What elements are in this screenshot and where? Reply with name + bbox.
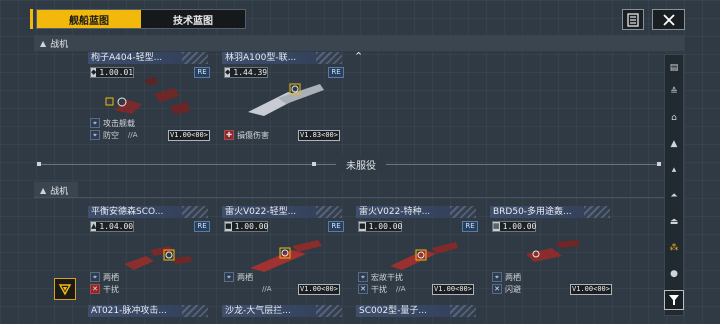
ship-image <box>228 228 338 272</box>
ship-image <box>228 74 338 118</box>
role-icon: ✕ <box>90 284 100 294</box>
ship-image <box>362 228 472 272</box>
grade-slash: //A <box>396 285 406 293</box>
notes-button[interactable] <box>622 9 644 30</box>
ship-image <box>496 228 606 272</box>
role-label: 防空 <box>103 130 119 140</box>
tab-ship-blueprint[interactable]: 舰船蓝图 <box>37 10 141 28</box>
role-row: ⌖ 两栖 <box>224 272 253 282</box>
ship-card-title: 平衡安德森SCO... <box>88 206 208 218</box>
role-icon: ⌖ <box>224 272 234 282</box>
ship-card-title[interactable]: 沙龙-大气层拦... <box>222 305 342 317</box>
ship-image <box>94 74 204 118</box>
ship-image <box>94 228 204 272</box>
section-label: 战机 <box>50 186 69 197</box>
version-tag: V1.00<00> <box>168 130 210 141</box>
ship-card-title: 雷火V022-特种... <box>356 206 476 218</box>
rail-gunship-icon[interactable]: ⏏ <box>665 211 683 233</box>
not-in-service-label: 未服役 <box>336 157 386 172</box>
rail-other-icon[interactable]: ● <box>665 263 683 285</box>
ship-card[interactable]: 枸子A404-轻型... ◆ 1.00.01 RE ⌖ 攻击舰载 ⌖ 防空 //… <box>88 52 210 144</box>
ship-card-title: 林羽A100型-联... <box>222 52 342 64</box>
role-label: 干扰 <box>371 284 387 294</box>
role-row: ⌖ 防空 <box>90 130 119 140</box>
role-icon: ✕ <box>358 284 368 294</box>
collapse-arrow-icon[interactable]: ⌃ <box>354 50 363 63</box>
role-row: ✕ 干扰 <box>90 284 119 294</box>
tab-tech-blueprint[interactable]: 技术蓝图 <box>141 10 245 28</box>
role-icon: ✕ <box>492 284 502 294</box>
ship-card[interactable]: BRD50-多用途轰... ▦ 1.00.00 ⌖ 两栖 ✕ 闪避 V1.00<… <box>490 206 612 298</box>
role-icon: ⌖ <box>90 118 100 128</box>
ship-card[interactable]: 林羽A100型-联... ◆ 1.44.39 RE ✚ 損傷伤害 V1.83<0… <box>222 52 344 144</box>
version-tag: V1.00<00> <box>432 284 474 295</box>
rail-destroyer-icon[interactable]: ▲ <box>665 133 683 155</box>
rail-frigate-icon[interactable]: ▴ <box>665 159 683 181</box>
role-row: ✕ 干扰 <box>358 284 387 294</box>
top-bar: 舰船蓝图 技术蓝图 <box>0 0 720 34</box>
damage-icon: ✚ <box>224 130 234 140</box>
close-button[interactable] <box>652 9 685 30</box>
role-label: 攻击舰载 <box>103 118 135 128</box>
role-row: ✕ 闪避 <box>492 284 521 294</box>
faction-emblem-button[interactable] <box>54 278 76 300</box>
close-icon <box>662 13 675 26</box>
ship-card[interactable]: 雷火V022-特种... ■ 1.00.00 RE ⌖ 宏故干扰 ✕ 干扰 //… <box>356 206 478 298</box>
section-underline <box>34 197 684 198</box>
role-label: 宏故干扰 <box>371 272 403 282</box>
role-label: 两栖 <box>505 272 521 282</box>
role-label: 两栖 <box>237 272 253 282</box>
fleet-icon: ▲ <box>40 185 47 195</box>
tab-accent-mark <box>30 9 33 29</box>
role-icon: ⌖ <box>90 272 100 282</box>
section-label: 战机 <box>50 39 69 50</box>
version-tag: V1.00<00> <box>298 284 340 295</box>
rail-battleship-icon[interactable]: ≙ <box>665 81 683 103</box>
ship-card-title: 枸子A404-轻型... <box>88 52 208 64</box>
role-row: ⌖ 宏故干扰 <box>358 272 403 282</box>
ship-card-title[interactable]: SC002型-量子... <box>356 305 476 317</box>
role-label: 干扰 <box>103 284 119 294</box>
ship-card-title: 雷火V022-轻型... <box>222 206 342 218</box>
role-icon: ⌖ <box>492 272 502 282</box>
section-header-fighters[interactable]: ▲ 战机 <box>34 182 78 198</box>
divider-endpoint <box>37 162 41 166</box>
notes-icon <box>627 12 639 27</box>
role-icon: ⌖ <box>358 272 368 282</box>
role-label: 闪避 <box>505 284 521 294</box>
rail-cruiser-icon[interactable]: ⌂ <box>665 107 683 129</box>
grade-slash: //A <box>262 285 272 293</box>
ship-card-title: BRD50-多用途轰... <box>490 206 610 218</box>
filter-icon <box>669 295 679 305</box>
role-row: ✚ 損傷伤害 <box>224 130 269 140</box>
section-header-fighters[interactable]: ▲ 战机 <box>34 35 684 51</box>
ship-card[interactable]: 雷火V022-轻型... ■ 1.00.00 RE ⌖ 两栖 //A V1.00… <box>222 206 344 298</box>
role-row: ⌖ 两栖 <box>90 272 119 282</box>
role-icon: ⌖ <box>90 130 100 140</box>
divider-endpoint <box>657 162 661 166</box>
blueprint-tabs: 舰船蓝图 技术蓝图 <box>36 9 246 29</box>
role-label: 两栖 <box>103 272 119 282</box>
ship-card[interactable]: 平衡安德森SCO... ▲ 1.04.00 RE ⌖ 两栖 ✕ 干扰 <box>88 206 210 298</box>
rail-corvette-icon[interactable]: ⏶ <box>665 185 683 207</box>
ship-class-rail: ▤ ≙ ⌂ ▲ ▴ ⏶ ⏏ ⁂ ● <box>664 54 684 316</box>
grade-slash: //A <box>128 131 138 139</box>
version-tag: V1.83<00> <box>298 130 340 141</box>
role-row: ⌖ 两栖 <box>492 272 521 282</box>
rail-carrier-icon[interactable]: ▤ <box>665 57 683 79</box>
divider-endpoint <box>312 162 316 166</box>
filter-button[interactable] <box>664 290 684 310</box>
version-tag: V1.00<00> <box>570 284 612 295</box>
ship-card-title[interactable]: AT021-脉冲攻击... <box>88 305 208 317</box>
role-label: 損傷伤害 <box>237 130 269 140</box>
rail-fighter-icon[interactable]: ⁂ <box>665 237 683 259</box>
emblem-icon <box>58 284 72 296</box>
fleet-icon: ▲ <box>40 38 47 48</box>
role-row: ⌖ 攻击舰载 <box>90 118 135 128</box>
